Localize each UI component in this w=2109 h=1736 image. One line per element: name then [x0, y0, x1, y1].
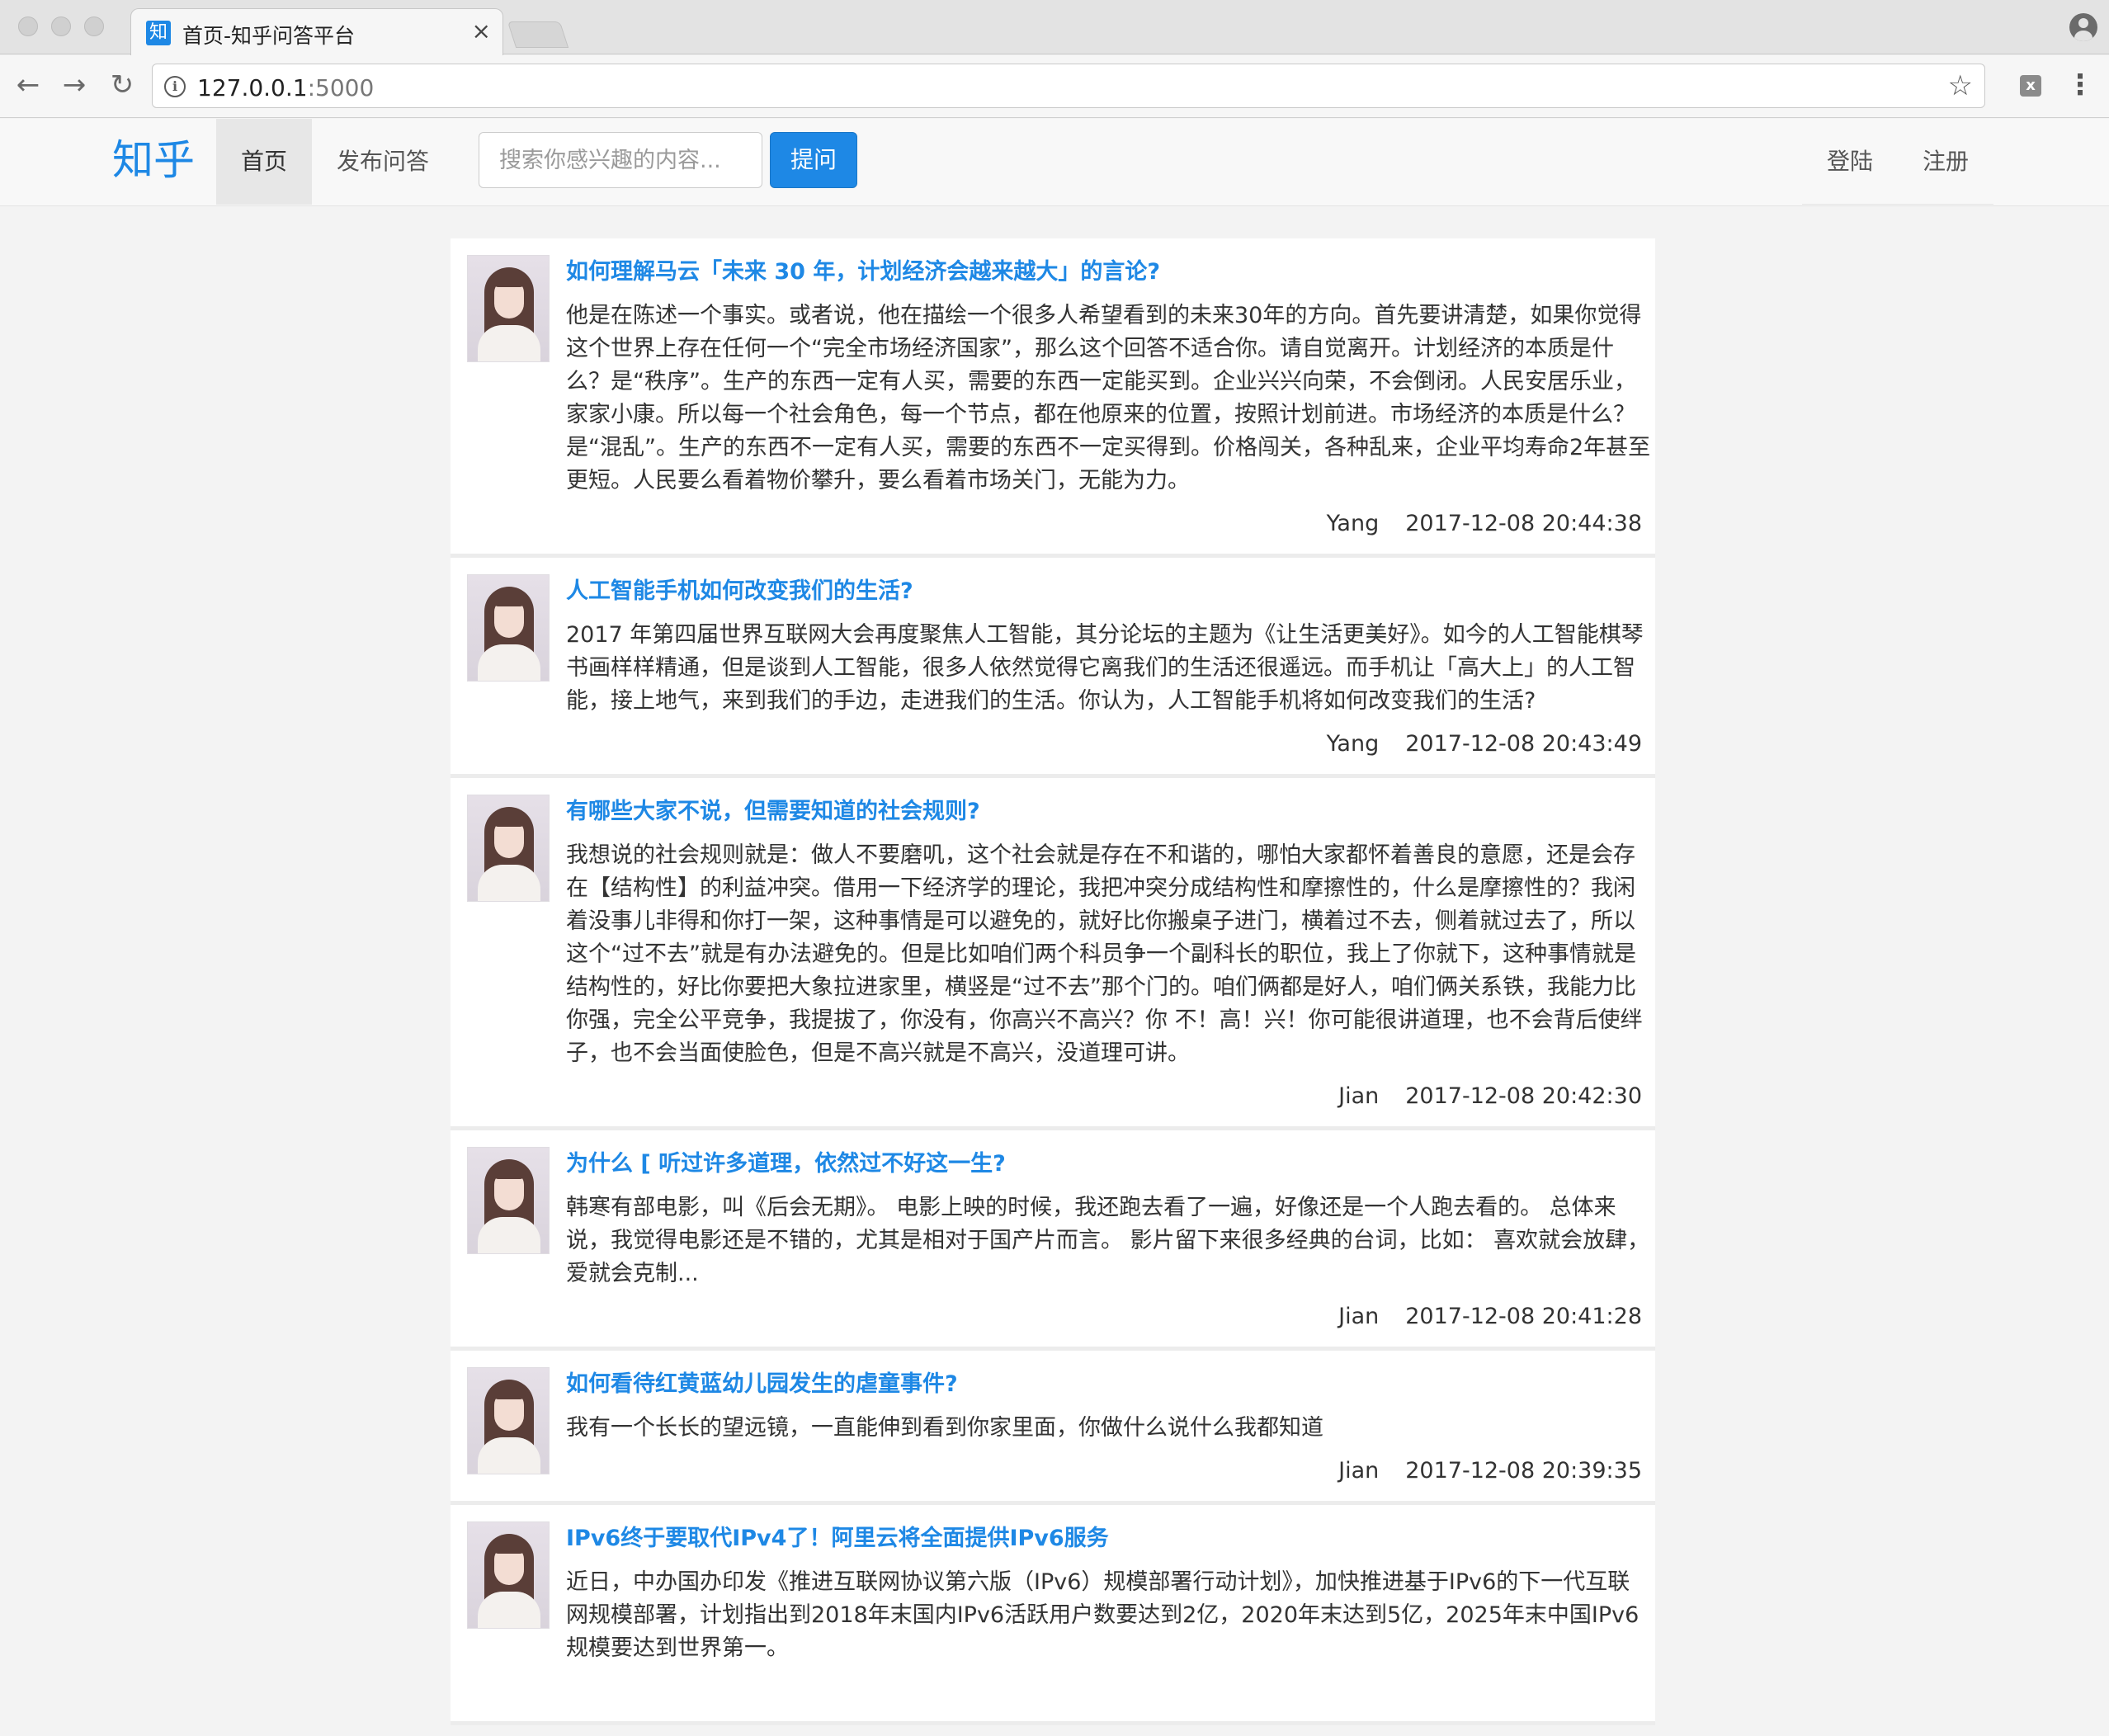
site-logo[interactable]: 知乎: [112, 135, 195, 185]
browser-tab-bar: 知 首页-知乎问答平台 ×: [0, 0, 2109, 55]
question-meta: Yang 2017-12-08 20:44:38: [451, 498, 1655, 554]
address-bar[interactable]: i 127.0.0.1:5000 ☆: [152, 64, 1985, 108]
question-meta: Jian 2017-12-08 20:39:35: [451, 1445, 1655, 1501]
question-title-link[interactable]: 为什么 [ 听过许多道理，依然过不好这一生?: [566, 1147, 1652, 1182]
info-icon[interactable]: i: [164, 76, 186, 97]
question-title-link[interactable]: 有哪些大家不说，但需要知道的社会规则?: [566, 795, 1652, 829]
avatar[interactable]: [467, 255, 550, 362]
ask-button[interactable]: 提问: [770, 132, 857, 188]
register-link[interactable]: 注册: [1923, 119, 1969, 205]
post-time: 2017-12-08 20:43:49: [1405, 731, 1642, 757]
question-card: IPv6终于要取代IPv4了！阿里云将全面提供IPv6服务 近日，中办国办印发《…: [451, 1505, 1655, 1725]
forward-icon[interactable]: →: [58, 68, 91, 101]
question-title-link[interactable]: 如何理解马云「未来 30 年，计划经济会越来越大」的言论?: [566, 255, 1652, 290]
question-card: 为什么 [ 听过许多道理，依然过不好这一生? 韩寒有部电影，叫《后会无期》。 电…: [451, 1130, 1655, 1351]
url-host: 127.0.0.1: [197, 74, 308, 101]
question-meta: Yang 2017-12-08 20:43:49: [451, 718, 1655, 774]
tab-close-icon[interactable]: ×: [472, 18, 491, 45]
url-port: :5000: [307, 74, 375, 101]
bookmark-star-icon[interactable]: ☆: [1948, 69, 1973, 102]
author-name: Yang: [1326, 731, 1380, 757]
question-body: 我有一个长长的望远镜，一直能伸到看到你家里面，你做什么说什么我都知道: [566, 1415, 1323, 1441]
search-input[interactable]: [479, 132, 762, 188]
window-minimize-dot[interactable]: [51, 17, 71, 36]
avatar[interactable]: [467, 574, 550, 682]
favicon-icon: 知: [146, 21, 171, 45]
author-name: Jian: [1338, 1458, 1380, 1484]
back-icon[interactable]: ←: [12, 68, 45, 101]
post-time: 2017-12-08 20:44:38: [1405, 511, 1642, 536]
question-meta: [451, 1665, 1655, 1721]
avatar[interactable]: [467, 1147, 550, 1254]
new-tab-button[interactable]: [507, 21, 569, 48]
question-title-link[interactable]: 如何看待红黄蓝幼儿园发生的虐童事件?: [566, 1367, 1652, 1402]
extension-icon[interactable]: x: [2020, 75, 2041, 97]
post-time: 2017-12-08 20:39:35: [1405, 1458, 1642, 1484]
post-time: 2017-12-08 20:42:30: [1405, 1083, 1642, 1109]
question-body: 我想说的社会规则就是：做人不要磨叽，这个社会就是存在不和谐的，哪怕大家都怀着善良…: [566, 842, 1643, 1066]
question-meta: Jian 2017-12-08 20:41:28: [451, 1290, 1655, 1347]
avatar[interactable]: [467, 795, 550, 902]
post-time: 2017-12-08 20:41:28: [1405, 1304, 1642, 1329]
question-card: 如何理解马云「未来 30 年，计划经济会越来越大」的言论? 他是在陈述一个事实。…: [451, 238, 1655, 558]
browser-tab-active[interactable]: 知 首页-知乎问答平台 ×: [130, 8, 503, 55]
nav-publish[interactable]: 发布问答: [312, 119, 454, 205]
auth-nav: 登陆 注册: [1802, 119, 1993, 205]
nav-home[interactable]: 首页: [216, 119, 313, 205]
author-name: Jian: [1338, 1304, 1380, 1329]
url-text: 127.0.0.1:5000: [197, 74, 374, 101]
avatar[interactable]: [467, 1521, 550, 1629]
question-body: 2017 年第四届世界互联网大会再度聚焦人工智能，其分论坛的主题为《让生活更美好…: [566, 622, 1644, 714]
question-title-link[interactable]: 人工智能手机如何改变我们的生活?: [566, 574, 1652, 609]
question-card: 人工智能手机如何改变我们的生活? 2017 年第四届世界互联网大会再度聚焦人工智…: [451, 558, 1655, 778]
window-zoom-dot[interactable]: [84, 17, 104, 36]
question-body: 韩寒有部电影，叫《后会无期》。 电影上映的时候，我还跑去看了一遍，好像还是一个人…: [566, 1195, 1650, 1286]
tab-title: 首页-知乎问答平台: [182, 24, 356, 48]
login-link[interactable]: 登陆: [1827, 119, 1873, 205]
browser-toolbar: ← → ↻ i 127.0.0.1:5000 ☆ x ⋮: [0, 55, 2109, 118]
browser-menu-icon[interactable]: ⋮: [2066, 70, 2094, 100]
author-name: Yang: [1326, 511, 1380, 536]
question-meta: Jian 2017-12-08 20:42:30: [451, 1070, 1655, 1126]
question-title-link[interactable]: IPv6终于要取代IPv4了！阿里云将全面提供IPv6服务: [566, 1521, 1652, 1556]
author-name: Jian: [1338, 1083, 1380, 1109]
site-navbar: 知乎 首页 发布问答 提问 登陆 注册: [0, 119, 2109, 206]
question-feed: 如何理解马云「未来 30 年，计划经济会越来越大」的言论? 他是在陈述一个事实。…: [451, 238, 1655, 1725]
question-card: 有哪些大家不说，但需要知道的社会规则? 我想说的社会规则就是：做人不要磨叽，这个…: [451, 778, 1655, 1130]
avatar[interactable]: [467, 1367, 550, 1474]
profile-icon[interactable]: [2069, 13, 2097, 41]
question-body: 他是在陈述一个事实。或者说，他在描绘一个很多人希望看到的未来30年的方向。首先要…: [566, 303, 1651, 493]
question-body: 近日，中办国办印发《推进互联网协议第六版（IPv6）规模部署行动计划》，加快推进…: [566, 1569, 1640, 1661]
window-close-dot[interactable]: [18, 17, 38, 36]
question-card: 如何看待红黄蓝幼儿园发生的虐童事件? 我有一个长长的望远镜，一直能伸到看到你家里…: [451, 1351, 1655, 1505]
reload-icon[interactable]: ↻: [106, 68, 139, 101]
